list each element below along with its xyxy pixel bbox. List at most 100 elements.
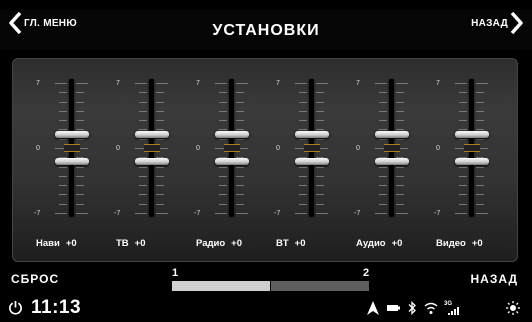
knob-center-mark — [384, 144, 400, 152]
channel-label: Нави +0 — [36, 238, 112, 249]
scale-tick — [299, 175, 307, 177]
bluetooth-icon — [408, 301, 416, 315]
channel-name: Радио — [196, 238, 226, 249]
scale-tick — [316, 185, 324, 187]
slider-knob[interactable] — [215, 131, 249, 165]
scale-tick — [59, 92, 67, 94]
page-title: УСТАНОВКИ — [212, 22, 320, 39]
scale-tick — [375, 83, 387, 84]
knob-top-grip — [215, 131, 249, 138]
scale-label-zero: 0 — [196, 145, 200, 152]
slider-knob[interactable] — [455, 131, 489, 165]
scale-tick — [236, 101, 244, 103]
scale-tick — [139, 92, 147, 94]
scale-tick — [55, 83, 67, 84]
scale-tick — [459, 166, 467, 168]
page-indicator-2[interactable] — [271, 281, 369, 291]
scale-tick — [139, 120, 147, 122]
scale-label-max: 7 — [36, 80, 40, 87]
scale-label-min: -7 — [34, 210, 41, 217]
scale-tick — [219, 101, 227, 103]
reset-button[interactable]: СБРОС — [11, 272, 59, 286]
channel-label: ТВ +0 — [116, 238, 192, 249]
scale-tick — [316, 110, 324, 112]
scale-tick — [396, 120, 404, 122]
scale-tick — [295, 213, 307, 214]
scale-tick — [396, 194, 404, 196]
scale-tick — [219, 175, 227, 177]
knob-center-mark — [464, 144, 480, 152]
knob-bottom-grip — [375, 158, 409, 165]
scale-tick — [455, 83, 467, 84]
scale-tick — [139, 175, 147, 177]
scale-tick — [219, 110, 227, 112]
scale-tick — [396, 101, 404, 103]
channel-name: Нави — [36, 238, 60, 249]
scale-tick — [219, 194, 227, 196]
channel-name: Видео — [436, 238, 466, 249]
channel-name: ТВ — [116, 238, 129, 249]
channel-name: BT — [276, 238, 289, 249]
knob-top-grip — [375, 131, 409, 138]
scale-tick — [299, 166, 307, 168]
knob-center-mark — [64, 144, 80, 152]
knob-top-grip — [455, 131, 489, 138]
scale-label-min: -7 — [354, 210, 361, 217]
channel-label: BT +0 — [276, 238, 352, 249]
scale-tick — [215, 83, 227, 84]
back-button-top[interactable]: НАЗАД — [471, 12, 524, 34]
channel-slider-group: 7 0 -7 Радио +0 — [192, 59, 272, 261]
slider-knob[interactable] — [295, 131, 329, 165]
scale-tick — [76, 120, 84, 122]
power-icon[interactable] — [8, 300, 23, 315]
slider-knob[interactable] — [375, 131, 409, 165]
signal-bars-icon — [448, 307, 459, 315]
back-button[interactable]: НАЗАД — [470, 272, 518, 286]
scale-tick — [459, 203, 467, 205]
scale-tick — [59, 110, 67, 112]
scale-label-zero: 0 — [36, 145, 40, 152]
scale-tick — [59, 120, 67, 122]
channel-value: +0 — [134, 238, 146, 249]
scale-tick — [236, 175, 244, 177]
scale-tick — [236, 166, 244, 168]
scale-tick — [396, 185, 404, 187]
scale-tick — [396, 203, 404, 205]
chevron-right-icon — [510, 12, 523, 34]
scale-tick — [455, 213, 467, 214]
scale-tick — [379, 175, 387, 177]
scale-tick — [379, 101, 387, 103]
scale-tick — [476, 175, 484, 177]
scale-label-zero: 0 — [116, 145, 120, 152]
page-indicator-1[interactable] — [172, 281, 270, 291]
signal-3g-icon: 3G — [444, 301, 460, 315]
slider-knob[interactable] — [55, 131, 89, 165]
scale-tick — [76, 101, 84, 103]
scale-tick — [139, 166, 147, 168]
channel-slider-group: 7 0 -7 Видео +0 — [432, 59, 512, 261]
scale-tick — [139, 203, 147, 205]
scale-label-min: -7 — [274, 210, 281, 217]
scale-tick — [299, 203, 307, 205]
scale-tick — [76, 185, 84, 187]
scale-tick — [219, 185, 227, 187]
scale-tick — [379, 185, 387, 187]
scale-label-zero: 0 — [436, 145, 440, 152]
scale-tick — [55, 213, 67, 214]
scale-label-max: 7 — [276, 80, 280, 87]
page-number-1: 1 — [172, 267, 179, 279]
scale-tick — [476, 194, 484, 196]
brightness-icon[interactable] — [506, 301, 520, 315]
scale-tick — [139, 194, 147, 196]
scale-label-max: 7 — [436, 80, 440, 87]
scale-tick — [156, 203, 164, 205]
knob-top-grip — [135, 131, 169, 138]
scale-tick — [156, 92, 164, 94]
scale-tick — [476, 110, 484, 112]
scale-tick — [59, 185, 67, 187]
scale-tick — [236, 110, 244, 112]
knob-center-mark — [224, 144, 240, 152]
scale-tick — [299, 92, 307, 94]
scale-tick — [156, 83, 168, 84]
slider-knob[interactable] — [135, 131, 169, 165]
